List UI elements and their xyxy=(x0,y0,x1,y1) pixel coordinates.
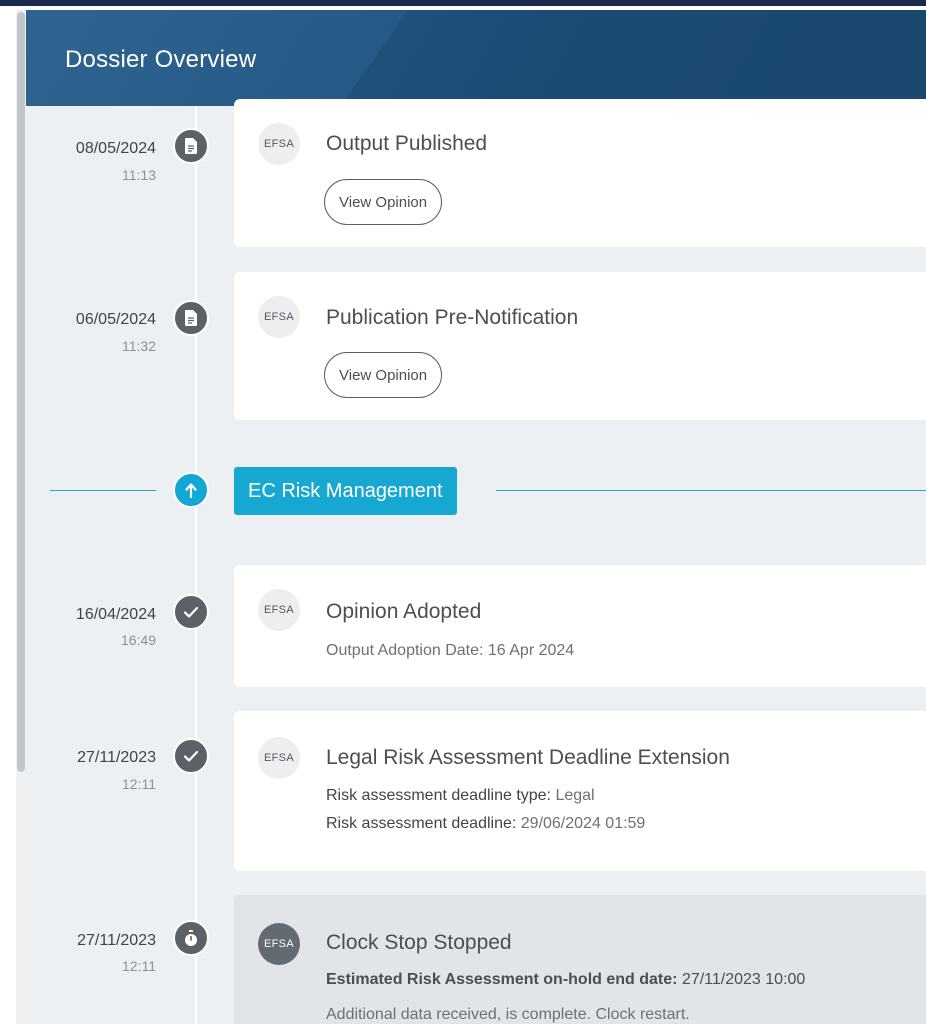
detail-value: 29/06/2024 01:59 xyxy=(520,815,646,832)
page-title: Dossier Overview xyxy=(65,46,257,73)
window-top-bar xyxy=(0,0,926,6)
event-time: 11:13 xyxy=(122,167,156,183)
event-card-publication-pre-notification: EFSA Publication Pre-Notification View O… xyxy=(234,272,926,420)
timeline-line xyxy=(195,106,197,1024)
event-card-opinion-adopted: EFSA Opinion Adopted Output Adoption Dat… xyxy=(234,565,926,687)
detail-value: Legal xyxy=(555,787,595,804)
event-title: Output Published xyxy=(326,132,488,155)
event-card-clock-stop-stopped: EFSA Clock Stop Stopped Estimated Risk A… xyxy=(234,895,926,1024)
event-title: Publication Pre-Notification xyxy=(326,306,579,329)
event-date: 08/05/2024 xyxy=(75,140,156,157)
document-icon xyxy=(173,128,209,164)
arrow-up-icon xyxy=(173,472,209,508)
efsa-badge: EFSA xyxy=(258,923,300,965)
detail-value: 27/11/2023 10:00 xyxy=(681,971,806,988)
event-card-output-published: EFSA Output Published View Opinion xyxy=(234,99,926,247)
event-time: 12:11 xyxy=(122,776,156,792)
event-date: 16/04/2024 xyxy=(75,606,156,623)
event-time: 12:11 xyxy=(122,958,156,974)
panel-header: Dossier Overview xyxy=(26,10,926,106)
detail-row: Risk assessment deadline type: Legal xyxy=(326,787,595,805)
event-time: 16:49 xyxy=(120,632,156,648)
phase-divider-right xyxy=(496,490,926,491)
view-opinion-button[interactable]: View Opinion xyxy=(324,179,443,225)
efsa-badge: EFSA xyxy=(258,737,300,779)
dossier-overview-panel: Dossier Overview 08/05/2024 11:13 EFSA O… xyxy=(26,10,926,1024)
event-description: Output Adoption Date: 16 Apr 2024 xyxy=(326,642,575,659)
event-date: 27/11/2023 xyxy=(77,749,156,766)
event-description: Additional data received, is complete. C… xyxy=(326,1006,690,1023)
phase-divider-left xyxy=(50,490,156,491)
check-icon xyxy=(173,738,209,774)
event-title: Clock Stop Stopped xyxy=(326,931,512,954)
document-icon xyxy=(173,300,209,336)
efsa-badge: EFSA xyxy=(258,589,300,631)
detail-row: Estimated Risk Assessment on-hold end da… xyxy=(326,971,805,989)
event-date: 06/05/2024 xyxy=(75,311,156,328)
efsa-badge: EFSA xyxy=(258,123,300,165)
event-title: Legal Risk Assessment Deadline Extension xyxy=(326,746,730,769)
stopwatch-icon xyxy=(173,920,209,956)
event-date: 27/11/2023 xyxy=(77,932,156,949)
detail-key: Estimated Risk Assessment on-hold end da… xyxy=(326,971,678,988)
page-edge xyxy=(0,6,16,1024)
event-title: Opinion Adopted xyxy=(326,600,482,623)
phase-label: EC Risk Management xyxy=(234,467,457,515)
header-decoration xyxy=(295,10,926,106)
efsa-badge: EFSA xyxy=(258,296,300,338)
scrollbar-thumb[interactable] xyxy=(17,12,25,772)
detail-key: Risk assessment deadline type: xyxy=(326,787,551,804)
event-time: 11:32 xyxy=(122,338,156,354)
view-opinion-button[interactable]: View Opinion xyxy=(324,352,443,398)
event-card-deadline-extension: EFSA Legal Risk Assessment Deadline Exte… xyxy=(234,711,926,871)
check-icon xyxy=(173,594,209,630)
detail-row: Risk assessment deadline: 29/06/2024 01:… xyxy=(326,815,645,833)
detail-key: Risk assessment deadline: xyxy=(326,815,517,832)
